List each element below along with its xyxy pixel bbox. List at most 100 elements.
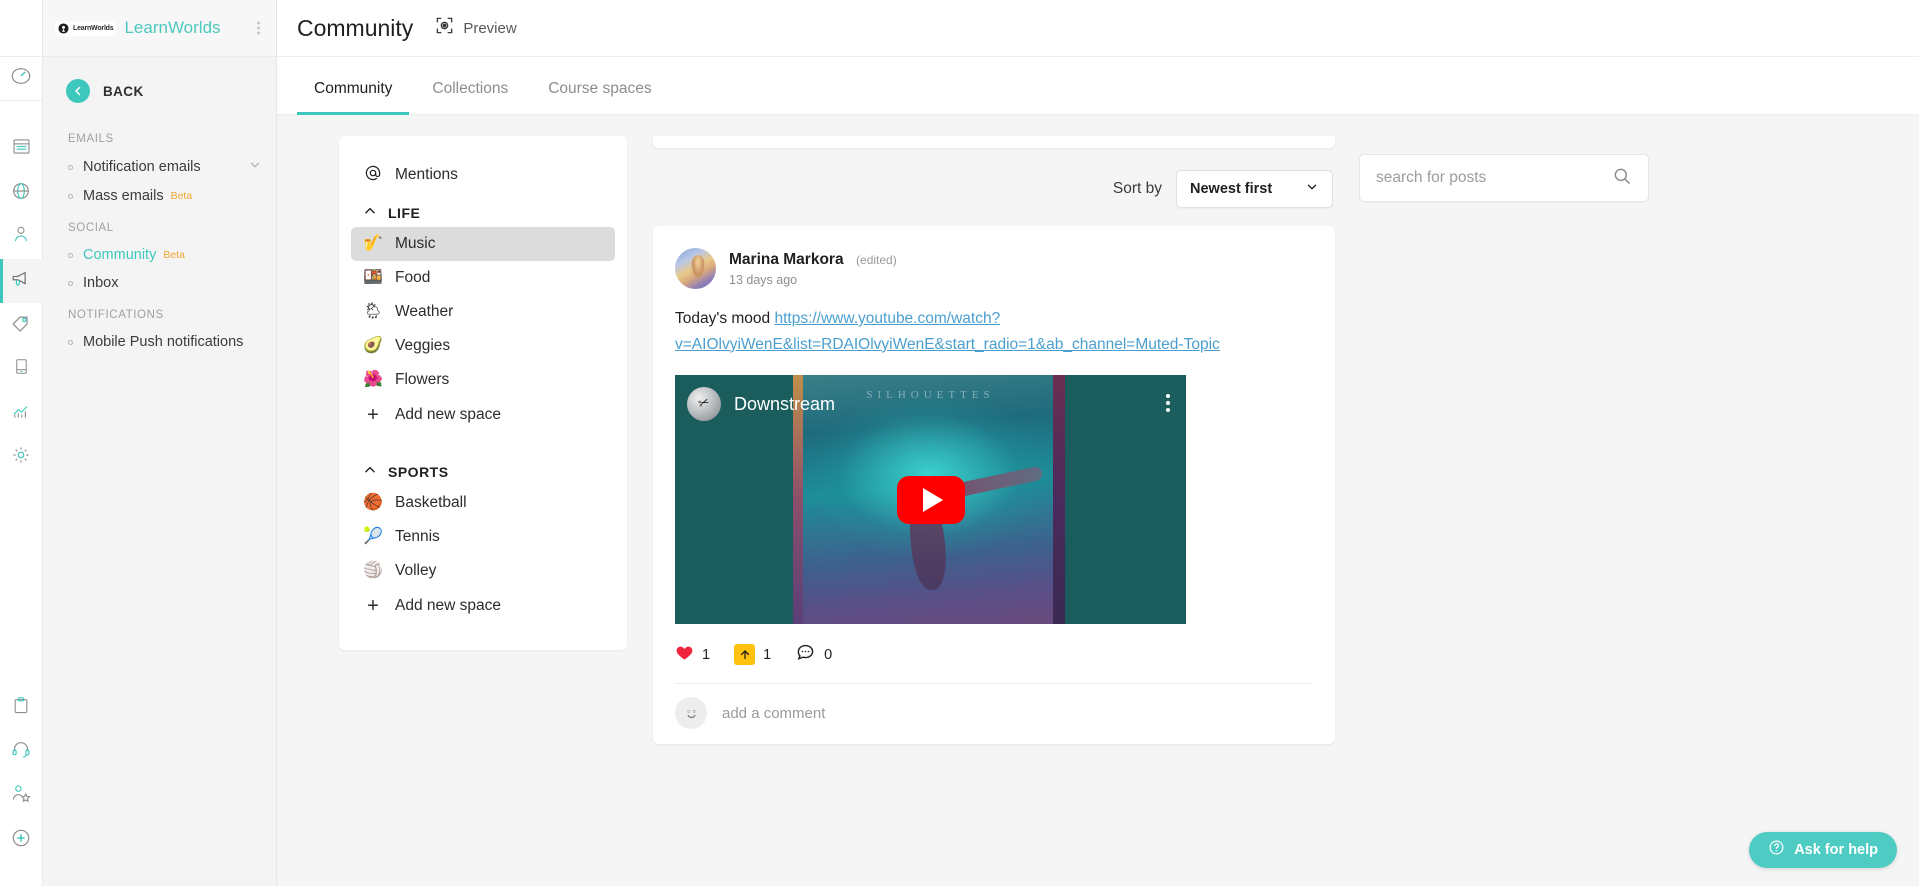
spaces-item-label: Music [395, 235, 435, 253]
spaces-item-mentions[interactable]: Mentions [351, 156, 615, 194]
brand-logo-mark: LearnWorlds [55, 21, 116, 36]
add-circle-icon [10, 827, 32, 854]
upvote-arrow-icon [734, 644, 755, 665]
app-root: LearnWorlds LearnWorlds BACK EMAILS Noti… [0, 0, 1919, 886]
sidebar-item-label: Mobile Push notifications [83, 334, 243, 350]
rail-item-pages[interactable] [0, 127, 43, 171]
sidebar-item-mobile-push[interactable]: Mobile Push notifications [43, 328, 276, 356]
video-channel-name: Downstream [734, 394, 835, 415]
sidebar-group-title-notifications: NOTIFICATIONS [43, 297, 276, 328]
right-column: search for posts [1359, 136, 1659, 886]
post-reactions: 1 1 [675, 624, 1313, 683]
comment-bubble-icon [795, 642, 816, 667]
video-channel[interactable]: Downstream [687, 387, 835, 421]
sort-select[interactable]: Newest first [1176, 170, 1333, 208]
spaces-item-tennis[interactable]: 🎾 Tennis [351, 520, 615, 554]
rail-item-settings[interactable] [0, 435, 43, 479]
reaction-comment[interactable]: 0 [795, 642, 832, 667]
spaces-item-music[interactable]: 🎷 Music [351, 227, 615, 261]
ask-for-help-button[interactable]: Ask for help [1749, 832, 1897, 868]
post-author-name[interactable]: Marina Markora [729, 251, 844, 268]
sidebar-group-title-social: SOCIAL [43, 210, 276, 241]
sidebar-group-title-emails: EMAILS [43, 121, 276, 152]
sidebar-header: LearnWorlds LearnWorlds [43, 0, 276, 57]
preview-button[interactable]: Preview [435, 16, 516, 40]
pages-icon [11, 136, 32, 162]
analytics-chart-icon [10, 400, 32, 426]
support-headset-icon [10, 739, 32, 765]
spaces-add-new-space-sports[interactable]: + Add new space [351, 588, 615, 624]
post-card: Marina Markora (edited) 13 days ago Toda… [653, 226, 1335, 744]
reaction-heart[interactable]: 1 [675, 643, 710, 667]
chevron-down-icon[interactable] [248, 158, 262, 176]
question-circle-icon [1768, 839, 1785, 861]
rail-item-mobile-app[interactable] [0, 347, 43, 391]
youtube-play-icon[interactable] [897, 476, 965, 524]
kebab-menu-icon[interactable] [1166, 391, 1170, 415]
rail-item-analytics[interactable] [0, 391, 43, 435]
sidebar-options-kebab-icon[interactable] [257, 20, 260, 37]
bento-emoji-icon: 🍱 [363, 270, 383, 286]
sidebar-item-label: Inbox [83, 275, 118, 291]
add-comment-row[interactable]: add a comment [675, 683, 1313, 744]
tab-community[interactable]: Community [297, 80, 409, 114]
sidebar-item-notification-emails[interactable]: Notification emails [43, 152, 276, 182]
spaces-item-weather[interactable]: 🌦 Weather [351, 295, 615, 329]
heart-icon [675, 643, 694, 667]
video-embed[interactable]: SILHOUETTES Downstream [675, 375, 1186, 624]
tab-collections[interactable]: Collections [415, 80, 525, 114]
sidebar-item-community[interactable]: Community Beta [43, 241, 276, 269]
rail-item-dashboard[interactable] [0, 57, 43, 101]
post-composer-peek[interactable] [653, 136, 1335, 148]
settings-gear-icon [10, 444, 32, 471]
sort-row: Sort by Newest first [653, 148, 1335, 226]
spaces-item-basketball[interactable]: 🏀 Basketball [351, 486, 615, 520]
clipboard-icon [11, 695, 31, 721]
rate-star-icon [10, 783, 32, 809]
search-posts-box[interactable]: search for posts [1359, 154, 1649, 202]
rail-item-support[interactable] [0, 730, 43, 774]
sidebar-item-mass-emails[interactable]: Mass emails Beta [43, 182, 276, 210]
sidebar-item-label: Community [83, 247, 156, 263]
spaces-add-new-space-life[interactable]: + Add new space [351, 397, 615, 433]
site-globe-icon [10, 180, 32, 207]
emoji-picker-icon[interactable] [675, 697, 707, 729]
post-text: Today's mood [675, 310, 774, 327]
spaces-item-veggies[interactable]: 🥑 Veggies [351, 329, 615, 363]
search-input[interactable]: search for posts [1376, 169, 1612, 187]
rail-item-marketing[interactable] [0, 259, 43, 303]
back-button[interactable]: BACK [43, 57, 276, 121]
bullet-icon [68, 194, 73, 199]
spaces-item-flowers[interactable]: 🌺 Flowers [351, 363, 615, 397]
spaces-item-label: Basketball [395, 494, 467, 512]
main-region: Community Preview Community Collections … [277, 0, 1919, 886]
tab-course-spaces[interactable]: Course spaces [531, 80, 668, 114]
brand-name: LearnWorlds [124, 18, 220, 38]
bullet-icon [68, 165, 73, 170]
rail-item-site[interactable] [0, 171, 43, 215]
bullet-icon [68, 340, 73, 345]
search-icon[interactable] [1612, 166, 1632, 191]
spaces-group-sports[interactable]: SPORTS [351, 453, 615, 486]
chevron-up-icon [363, 204, 377, 221]
rail-item-sales[interactable] [0, 303, 43, 347]
feed-column: Sort by Newest first [653, 136, 1335, 886]
avatar[interactable] [675, 248, 716, 289]
spaces-item-volley[interactable]: 🏐 Volley [351, 554, 615, 588]
rail-item-clipboard[interactable] [0, 686, 43, 730]
spaces-group-life[interactable]: LIFE [351, 194, 615, 227]
hibiscus-emoji-icon: 🌺 [363, 372, 383, 388]
rail-item-rate[interactable] [0, 774, 43, 818]
chevron-up-icon [363, 463, 377, 480]
rail-item-users[interactable] [0, 215, 43, 259]
dashboard-speedometer-icon [10, 65, 32, 92]
preview-eye-icon [435, 16, 454, 40]
sidebar-item-inbox[interactable]: Inbox [43, 269, 276, 297]
volleyball-emoji-icon: 🏐 [363, 563, 383, 579]
comment-input-placeholder: add a comment [722, 705, 825, 722]
reaction-upvote[interactable]: 1 [734, 644, 771, 665]
rail-item-add[interactable] [0, 818, 43, 862]
learnworlds-glyph-icon [58, 23, 69, 34]
spaces-item-food[interactable]: 🍱 Food [351, 261, 615, 295]
preview-label: Preview [463, 20, 516, 37]
